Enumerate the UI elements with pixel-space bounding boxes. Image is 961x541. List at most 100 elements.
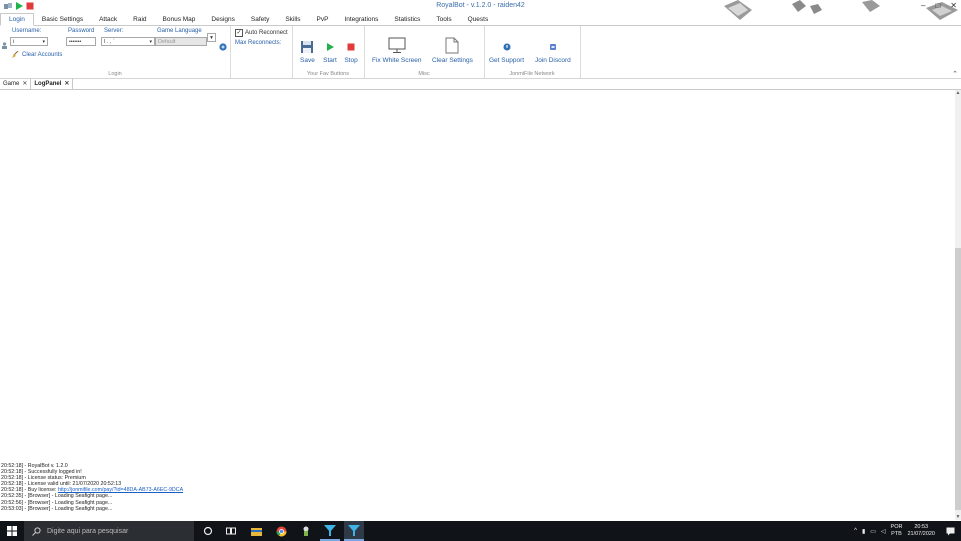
- tab-quests[interactable]: Quests: [460, 14, 497, 25]
- clear-accounts-label: Clear Accounts: [22, 51, 63, 58]
- minimize-button[interactable]: –: [921, 1, 925, 10]
- notifications-icon[interactable]: [946, 527, 955, 536]
- password-field[interactable]: •••••••: [66, 37, 96, 46]
- tab-statistics[interactable]: Statistics: [386, 14, 428, 25]
- login-connect-icon[interactable]: [219, 43, 227, 51]
- scrollbar-thumb[interactable]: [955, 248, 961, 510]
- tab-tools[interactable]: Tools: [428, 14, 459, 25]
- taskbar: Digite aqui para pesquisar ^ ▮ ▭ ◁ POR P…: [0, 521, 961, 541]
- network-icon[interactable]: ▭: [870, 528, 876, 535]
- fav-buttons-group: Save Start Stop Your Fav Buttons: [292, 26, 365, 78]
- checkmark-icon: ✓: [235, 29, 243, 37]
- chevron-down-icon: ▾: [149, 39, 152, 45]
- task-view-icon[interactable]: [221, 521, 241, 541]
- language-dropdown-toggle[interactable]: ▾: [207, 33, 216, 42]
- log-scrollbar[interactable]: ▲ ▼: [955, 90, 961, 520]
- server-value: l . , `: [104, 39, 115, 45]
- ribbon-tabs: Login Basic Settings Attack Raid Bonus M…: [0, 13, 961, 26]
- username-value: i: [13, 39, 15, 45]
- max-reconnects-label: Max Reconnects:: [235, 40, 282, 46]
- fix-white-screen-button[interactable]: Fix White Screen: [372, 37, 422, 64]
- royalbot-taskbar-icon-active[interactable]: [344, 521, 364, 541]
- window-controls: – □ ✕: [921, 1, 957, 10]
- stop-button[interactable]: Stop: [344, 40, 358, 64]
- game-language-dropdown[interactable]: Default: [155, 37, 207, 46]
- start-button[interactable]: [0, 521, 24, 541]
- app-icon[interactable]: [296, 521, 316, 541]
- microphone-icon[interactable]: ▮: [862, 528, 865, 535]
- clock[interactable]: 20:53 21/07/2020: [907, 524, 935, 538]
- close-button[interactable]: ✕: [950, 1, 957, 10]
- server-label: Server:: [104, 28, 124, 34]
- title-bar: RoyalBot - v.1.2.0 - raiden42 – □ ✕: [0, 0, 961, 20]
- search-icon: [32, 526, 41, 536]
- tab-raid[interactable]: Raid: [125, 14, 154, 25]
- tab-basic-settings[interactable]: Basic Settings: [34, 14, 91, 25]
- tab-attack[interactable]: Attack: [91, 14, 125, 25]
- tab-bonus-map[interactable]: Bonus Map: [155, 14, 204, 25]
- doc-tab-logpanel[interactable]: LogPanel ✕: [31, 78, 74, 89]
- close-icon[interactable]: ✕: [22, 80, 27, 87]
- log-line: 20:53:03] - [Browser] - Loading Seafight…: [1, 505, 113, 512]
- chevron-up-icon[interactable]: ^: [854, 528, 857, 534]
- tab-pvp[interactable]: PvP: [309, 14, 337, 25]
- broom-icon: [12, 51, 19, 58]
- volume-icon[interactable]: ◁: [881, 528, 886, 535]
- tab-integrations[interactable]: Integrations: [336, 14, 386, 25]
- system-tray: ^ ▮ ▭ ◁ POR PTB 20:53 21/07/2020: [854, 521, 961, 541]
- clear-settings-label: Clear Settings: [432, 57, 473, 64]
- server-dropdown[interactable]: l . , ` ▾: [101, 37, 155, 46]
- taskbar-search[interactable]: Digite aqui para pesquisar: [24, 521, 194, 541]
- maximize-button[interactable]: □: [935, 1, 940, 10]
- get-support-label: Get Support: [489, 57, 525, 64]
- document-tabs: Game ✕ LogPanel ✕: [0, 78, 961, 90]
- auto-reconnect-label: Auto Reconnect: [245, 30, 288, 36]
- password-label: Password: [68, 28, 95, 34]
- royalbot-taskbar-icon[interactable]: [320, 521, 340, 541]
- login-group-label: Login: [108, 71, 122, 77]
- tab-designs[interactable]: Designs: [203, 14, 242, 25]
- close-icon[interactable]: ✕: [64, 80, 69, 87]
- fav-buttons-group-label: Your Fav Buttons: [307, 71, 349, 77]
- log-output: 20:52:18] - RoyalBot v. 1.2.0 20:52:18] …: [1, 463, 183, 512]
- search-placeholder: Digite aqui para pesquisar: [47, 527, 129, 535]
- scroll-up-icon[interactable]: ▲: [955, 90, 961, 96]
- tab-safety[interactable]: Safety: [243, 14, 277, 25]
- save-button[interactable]: Save: [300, 40, 315, 64]
- join-discord-button[interactable]: Join Discord: [535, 40, 571, 64]
- username-dropdown[interactable]: i ▾: [10, 37, 48, 46]
- join-discord-label: Join Discord: [535, 57, 571, 64]
- windows-logo-icon: [7, 526, 17, 536]
- license-link[interactable]: http://jonmifile.com/pay/?id=48DA-AB73-A…: [58, 487, 183, 493]
- doc-tab-label: LogPanel: [34, 80, 62, 87]
- auto-reconnect-checkbox[interactable]: ✓ Auto Reconnect: [235, 29, 288, 37]
- fix-white-screen-label: Fix White Screen: [372, 57, 422, 64]
- discord-icon: [549, 44, 556, 50]
- monitor-icon: [388, 37, 406, 53]
- log-line-prefix: 20:52:18] - Buy license:: [1, 487, 58, 494]
- clock-time: 20:53: [914, 524, 929, 530]
- username-label: Username:: [12, 28, 42, 34]
- tab-login[interactable]: Login: [0, 13, 34, 26]
- language-bottom: PTB: [891, 531, 902, 537]
- doc-tab-game[interactable]: Game ✕: [0, 78, 32, 89]
- chrome-icon[interactable]: [271, 521, 291, 541]
- language-indicator[interactable]: POR PTB: [891, 524, 903, 538]
- scroll-down-icon[interactable]: ▼: [955, 514, 961, 520]
- floppy-disk-icon: [301, 41, 314, 53]
- start-button[interactable]: Start: [323, 40, 337, 64]
- collapse-ribbon-icon[interactable]: ⌃: [952, 70, 958, 78]
- file-explorer-icon[interactable]: [246, 521, 266, 541]
- misc-group: Fix White Screen Clear Settings Misc: [364, 26, 485, 78]
- game-language-label: Game Language: [157, 28, 202, 34]
- get-support-button[interactable]: Get Support: [489, 40, 524, 64]
- clear-accounts-button[interactable]: Clear Accounts: [12, 51, 62, 58]
- tab-skills[interactable]: Skills: [277, 14, 308, 25]
- cortana-icon[interactable]: [198, 521, 218, 541]
- stop-label: Stop: [344, 57, 358, 64]
- language-top: POR: [890, 524, 903, 530]
- chevron-down-icon: ▾: [42, 39, 45, 45]
- chevron-down-icon: ▾: [210, 35, 213, 41]
- clear-settings-button[interactable]: Clear Settings: [432, 37, 473, 64]
- misc-group-label: Misc: [418, 71, 430, 77]
